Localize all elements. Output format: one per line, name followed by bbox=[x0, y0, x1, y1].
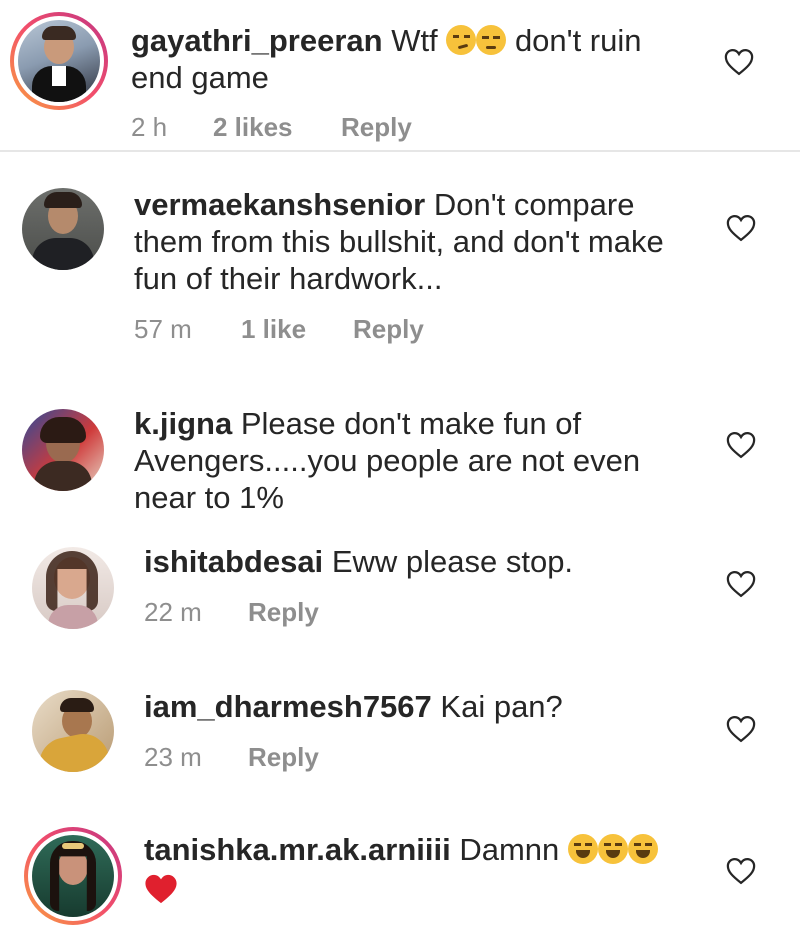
comment-username[interactable]: tanishka.mr.ak.arniiii bbox=[144, 832, 451, 867]
comment-meta: 23 m Reply bbox=[144, 742, 319, 773]
smirking-face-emoji bbox=[446, 25, 477, 55]
comment-meta: 2 h 2 likes Reply bbox=[131, 112, 412, 143]
comment-text: end game bbox=[131, 60, 269, 95]
comment-text: Eww please stop. bbox=[331, 544, 574, 579]
comment-body: gayathri_preeran Wtf don't ruin end game bbox=[131, 22, 691, 96]
comment-likes[interactable]: 2 likes bbox=[213, 112, 341, 143]
comment-text: Don't compare bbox=[433, 187, 635, 222]
comment-item: iam_dharmesh7567 Kai pan? 23 m Reply bbox=[0, 672, 800, 817]
comment-body: vermaekanshsenior Don't compare them fro… bbox=[134, 186, 734, 297]
comment-time: 22 m bbox=[144, 597, 202, 627]
comment-username[interactable]: gayathri_preeran bbox=[131, 23, 383, 58]
avatar[interactable] bbox=[22, 409, 104, 491]
comment-time: 23 m bbox=[144, 742, 202, 772]
comment-item: vermaekanshsenior Don't compare them fro… bbox=[0, 152, 800, 367]
heart-outline-icon[interactable] bbox=[726, 570, 756, 598]
comment-text: Damnn bbox=[459, 832, 560, 867]
heart-outline-icon[interactable] bbox=[724, 48, 754, 76]
comment-username[interactable]: iam_dharmesh7567 bbox=[144, 689, 432, 724]
heart-outline-icon[interactable] bbox=[726, 431, 756, 459]
heart-outline-icon[interactable] bbox=[726, 715, 756, 743]
comment-username[interactable]: k.jigna bbox=[134, 406, 232, 441]
reply-button[interactable]: Reply bbox=[248, 742, 319, 773]
comment-username[interactable]: vermaekanshsenior bbox=[134, 187, 425, 222]
comment-body: tanishka.mr.ak.arniiii Damnn bbox=[144, 831, 704, 905]
comment-meta: 57 m 1 like Reply bbox=[134, 314, 424, 345]
comment-text: Please don't make fun of bbox=[240, 406, 582, 441]
heart-outline-icon[interactable] bbox=[726, 214, 756, 242]
comment-body: ishitabdesai Eww please stop. bbox=[144, 543, 704, 580]
avatar[interactable] bbox=[10, 12, 108, 110]
comment-item: gayathri_preeran Wtf don't ruin end game… bbox=[0, 0, 800, 150]
comment-item: k.jigna Please don't make fun of Avenger… bbox=[0, 367, 800, 527]
face-with-tears-of-joy-emoji bbox=[567, 834, 598, 864]
comment-text: don't ruin bbox=[514, 23, 642, 58]
heart-outline-icon[interactable] bbox=[726, 857, 756, 885]
comment-time: 2 h bbox=[131, 112, 168, 142]
comment-text: them from this bullshit, and don't make bbox=[134, 224, 664, 259]
avatar[interactable] bbox=[24, 827, 122, 925]
comment-meta: 22 m Reply bbox=[144, 597, 319, 628]
comment-body: k.jigna Please don't make fun of Avenger… bbox=[134, 405, 694, 516]
comment-username[interactable]: ishitabdesai bbox=[144, 544, 323, 579]
comment-body: iam_dharmesh7567 Kai pan? bbox=[144, 688, 704, 725]
face-with-tears-of-joy-emoji bbox=[627, 834, 658, 864]
red-heart-emoji bbox=[145, 874, 177, 903]
reply-button[interactable]: Reply bbox=[353, 314, 424, 345]
comment-likes[interactable]: 1 like bbox=[241, 314, 353, 345]
comment-time: 57 m bbox=[134, 314, 192, 344]
comment-text: Wtf bbox=[391, 23, 438, 58]
comment-text: near to 1% bbox=[134, 480, 284, 515]
avatar[interactable] bbox=[22, 188, 104, 270]
comment-item: tanishka.mr.ak.arniiii Damnn bbox=[0, 817, 800, 922]
reply-button[interactable]: Reply bbox=[341, 112, 412, 143]
face-with-tears-of-joy-emoji bbox=[597, 834, 628, 864]
comment-text: fun of their hardwork... bbox=[134, 261, 443, 296]
comment-text: Avengers.....you people are not even bbox=[134, 443, 641, 478]
comment-item: ishitabdesai Eww please stop. 22 m Reply bbox=[0, 527, 800, 672]
unamused-face-emoji bbox=[476, 25, 507, 55]
avatar[interactable] bbox=[32, 690, 114, 772]
avatar[interactable] bbox=[32, 547, 114, 629]
reply-button[interactable]: Reply bbox=[248, 597, 319, 628]
comment-text: Kai pan? bbox=[440, 689, 563, 724]
